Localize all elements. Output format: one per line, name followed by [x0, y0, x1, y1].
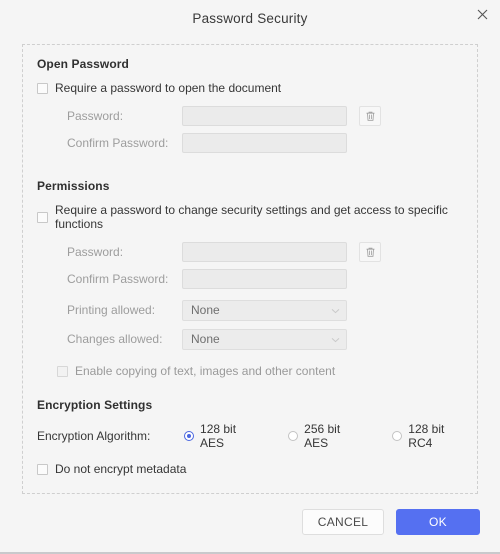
encryption-option-128-rc4[interactable]: 128 bit RC4: [392, 422, 463, 450]
radio-128-bit-rc4[interactable]: [392, 431, 403, 441]
do-not-encrypt-metadata-row[interactable]: Do not encrypt metadata: [37, 462, 463, 476]
require-permissions-password-row[interactable]: Require a password to change security se…: [37, 203, 463, 231]
do-not-encrypt-metadata-label: Do not encrypt metadata: [55, 462, 187, 476]
permissions-password-input[interactable]: [182, 241, 347, 262]
printing-allowed-select[interactable]: None: [182, 299, 347, 321]
open-password-field-row: Password:: [37, 105, 463, 126]
password-security-dialog: Password Security Open Password Require …: [0, 0, 500, 554]
enable-copying-row[interactable]: Enable copying of text, images and other…: [57, 364, 463, 378]
changes-allowed-select[interactable]: None: [182, 328, 347, 350]
dialog-title: Password Security: [192, 10, 308, 26]
require-open-password-label: Require a password to open the document: [55, 81, 282, 95]
permissions-password-field-row: Password:: [37, 241, 463, 262]
open-confirm-password-field-row: Confirm Password:: [37, 132, 463, 153]
enable-copying-checkbox[interactable]: [57, 365, 68, 377]
require-open-password-checkbox[interactable]: [37, 82, 48, 94]
changes-allowed-row: Changes allowed: None: [37, 328, 463, 350]
radio-256-bit-aes[interactable]: [288, 431, 299, 441]
printing-allowed-value: None: [191, 303, 220, 317]
permissions-section-title: Permissions: [37, 179, 110, 193]
encryption-algorithm-row: Encryption Algorithm: 128 bit AES 256 bi…: [37, 422, 463, 450]
require-open-password-row[interactable]: Require a password to open the document: [37, 81, 463, 95]
open-password-trash-icon[interactable]: [359, 105, 381, 126]
permissions-password-trash-icon[interactable]: [359, 241, 381, 262]
settings-panel: Open Password Require a password to open…: [22, 44, 478, 494]
enable-copying-label: Enable copying of text, images and other…: [75, 364, 336, 378]
radio-128-bit-rc4-label: 128 bit RC4: [408, 422, 445, 450]
open-confirm-password-label: Confirm Password:: [67, 135, 169, 150]
encryption-algorithm-label: Encryption Algorithm:: [37, 429, 151, 443]
open-password-label: Password:: [67, 108, 124, 123]
close-icon[interactable]: [472, 4, 492, 24]
cancel-button[interactable]: CANCEL: [302, 509, 384, 535]
changes-allowed-label: Changes allowed:: [67, 332, 163, 346]
open-password-section-title: Open Password: [37, 57, 129, 71]
encryption-section-title: Encryption Settings: [37, 398, 153, 412]
ok-button[interactable]: OK: [396, 509, 480, 535]
encryption-option-256-aes[interactable]: 256 bit AES: [288, 422, 358, 450]
chevron-down-icon: [331, 332, 340, 346]
do-not-encrypt-metadata-checkbox[interactable]: [37, 463, 48, 475]
changes-allowed-value: None: [191, 332, 220, 346]
open-password-input[interactable]: [182, 105, 347, 126]
printing-allowed-label: Printing allowed:: [67, 303, 156, 317]
radio-256-bit-aes-label: 256 bit AES: [304, 422, 341, 450]
radio-128-bit-aes-label: 128 bit AES: [200, 422, 237, 450]
dialog-footer: CANCEL OK: [0, 502, 500, 542]
permissions-confirm-password-label: Confirm Password:: [67, 271, 169, 286]
printing-allowed-row: Printing allowed: None: [37, 299, 463, 321]
open-confirm-password-input[interactable]: [182, 132, 347, 153]
permissions-confirm-password-input[interactable]: [182, 268, 347, 289]
chevron-down-icon: [331, 303, 340, 317]
require-permissions-password-checkbox[interactable]: [37, 211, 48, 223]
permissions-password-label: Password:: [67, 244, 124, 259]
permissions-confirm-password-field-row: Confirm Password:: [37, 268, 463, 289]
require-permissions-password-label: Require a password to change security se…: [55, 203, 448, 231]
dialog-titlebar: Password Security: [0, 0, 500, 36]
encryption-option-128-aes[interactable]: 128 bit AES: [184, 422, 254, 450]
radio-128-bit-aes[interactable]: [184, 431, 195, 441]
